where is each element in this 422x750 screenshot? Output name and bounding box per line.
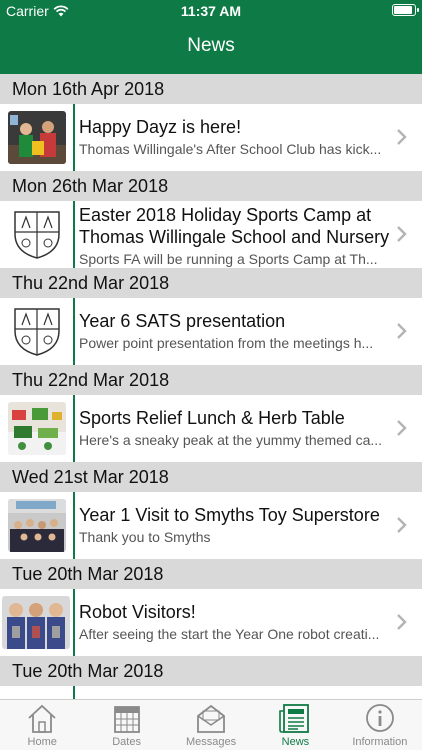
news-title: Happy Dayz is here! bbox=[79, 117, 242, 137]
chevron-right-icon bbox=[397, 420, 407, 436]
green-accent-bar bbox=[73, 201, 75, 268]
news-title: Year 6 SATS presentation bbox=[79, 311, 286, 331]
tab-messages[interactable]: Messages bbox=[169, 700, 253, 750]
news-list[interactable]: Mon 16th Apr 2018 Happy Dayz is here! Th… bbox=[0, 74, 422, 699]
section-header-date: Thu 22nd Mar 2018 bbox=[0, 268, 422, 298]
info-icon bbox=[365, 704, 394, 732]
tab-news[interactable]: News bbox=[253, 700, 337, 750]
news-snippet: Here's a sneaky peak at the yummy themed… bbox=[79, 432, 383, 448]
news-title: Easter 2018 Holiday Sports Camp at Thoma… bbox=[79, 205, 390, 247]
tab-label: Information bbox=[352, 736, 408, 748]
nav-bar: News bbox=[0, 22, 422, 74]
news-title: Sports Relief Lunch & Herb Table bbox=[79, 408, 345, 428]
chevron-right-icon bbox=[397, 517, 407, 533]
section-header-date: Thu 22nd Mar 2018 bbox=[0, 365, 422, 395]
green-accent-bar bbox=[73, 492, 75, 559]
tab-label: News bbox=[281, 736, 310, 748]
envelope-icon bbox=[197, 704, 225, 733]
news-snippet: Power point presentation from the meetin… bbox=[79, 335, 374, 351]
chevron-right-icon bbox=[397, 129, 407, 145]
news-item-robot-visitors[interactable]: Robot Visitors! After seeing the start t… bbox=[0, 589, 422, 656]
news-item-partial[interactable] bbox=[0, 686, 422, 699]
news-thumbnail-school-crest bbox=[8, 305, 66, 358]
section-header-date: Mon 26th Mar 2018 bbox=[0, 171, 422, 201]
news-thumbnail-school-crest bbox=[8, 208, 66, 261]
news-item-easter-sports-camp[interactable]: Easter 2018 Holiday Sports Camp at Thoma… bbox=[0, 201, 422, 268]
tab-dates[interactable]: Dates bbox=[84, 700, 168, 750]
green-accent-bar bbox=[73, 298, 75, 365]
section-header-date: Wed 21st Mar 2018 bbox=[0, 462, 422, 492]
green-accent-bar bbox=[73, 395, 75, 462]
home-icon bbox=[28, 704, 56, 733]
section-header-date: Mon 16th Apr 2018 bbox=[0, 74, 422, 104]
news-item-year6-sats[interactable]: Year 6 SATS presentation Power point pre… bbox=[0, 298, 422, 365]
green-accent-bar bbox=[73, 104, 75, 171]
green-accent-bar bbox=[73, 686, 75, 699]
news-snippet: Sports FA will be running a Sports Camp … bbox=[79, 251, 378, 267]
chevron-right-icon bbox=[397, 614, 407, 630]
news-thumbnail-photo-class bbox=[8, 499, 66, 552]
news-item-smyths-visit[interactable]: Year 1 Visit to Smyths Toy Superstore Th… bbox=[0, 492, 422, 559]
tab-label: Dates bbox=[112, 736, 141, 748]
section-header-date: Tue 20th Mar 2018 bbox=[0, 559, 422, 589]
news-snippet: Thank you to Smyths bbox=[79, 529, 211, 545]
tab-information[interactable]: Information bbox=[338, 700, 422, 750]
news-title: Year 1 Visit to Smyths Toy Superstore bbox=[79, 505, 380, 525]
news-thumbnail-photo-table bbox=[8, 402, 66, 455]
tab-label: Messages bbox=[185, 736, 237, 748]
news-item-happy-dayz[interactable]: Happy Dayz is here! Thomas Willingale's … bbox=[0, 104, 422, 171]
chevron-right-icon bbox=[397, 323, 407, 339]
tab-bar: Home Dates Messages News Information bbox=[0, 699, 422, 750]
news-item-sports-relief-lunch[interactable]: Sports Relief Lunch & Herb Table Here's … bbox=[0, 395, 422, 462]
news-thumbnail-photo-robots bbox=[2, 596, 70, 649]
status-time: 11:37 AM bbox=[180, 3, 242, 19]
green-accent-bar bbox=[73, 589, 75, 656]
tab-home[interactable]: Home bbox=[0, 700, 84, 750]
battery-icon bbox=[392, 4, 419, 16]
status-bar: Carrier 11:37 AM bbox=[0, 0, 422, 22]
news-snippet: Thomas Willingale's After School Club ha… bbox=[79, 141, 382, 157]
tab-label: Home bbox=[27, 736, 57, 748]
news-snippet: After seeing the start the Year One robo… bbox=[79, 626, 380, 642]
page-title: News bbox=[187, 35, 235, 56]
newspaper-icon bbox=[279, 704, 310, 733]
calendar-icon bbox=[113, 706, 140, 733]
news-thumbnail-photo-children bbox=[8, 111, 66, 164]
news-title: Robot Visitors! bbox=[79, 602, 196, 622]
chevron-right-icon bbox=[397, 226, 407, 242]
section-header-date: Tue 20th Mar 2018 bbox=[0, 656, 422, 686]
